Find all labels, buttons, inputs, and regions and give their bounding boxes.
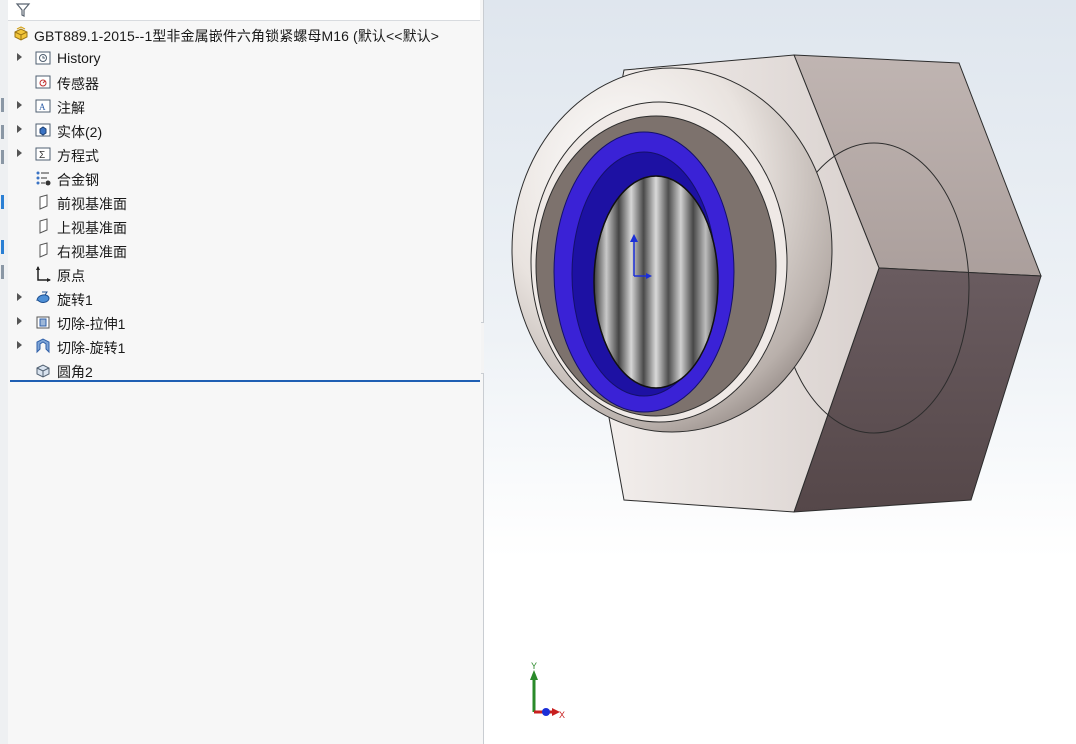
tree-item[interactable]: 切除-拉伸1 [8,310,480,334]
material-icon [36,171,51,186]
extrude-cut-icon [36,316,50,329]
toolbar-edge-mark [1,125,4,139]
toolbar-edge-mark [1,265,4,279]
history-folder-icon [35,51,51,65]
tree-item[interactable]: 原点 [8,262,480,286]
revolve-cut-icon [36,338,50,354]
tree-item[interactable]: 传感器 [8,70,480,94]
filter-icon[interactable] [14,1,32,19]
toolbar-edge-mark [1,240,4,254]
origin-icon [36,266,51,282]
part-icon [14,26,28,41]
rollback-bar[interactable] [10,380,480,382]
tree-item-label: 圆角2 [57,364,93,380]
fillet-icon [36,364,50,378]
triad-y-label: Y [531,661,537,671]
nut-model-3d[interactable] [484,0,1076,744]
tree-item-label: 方程式 [57,148,99,164]
tree-item[interactable]: 切除-旋转1 [8,334,480,358]
tree-item-label: 原点 [57,268,85,284]
tree-item-label: 上视基准面 [57,220,127,236]
expand-arrow-icon[interactable] [17,101,22,109]
solid-bodies-folder-icon [35,123,51,137]
feature-manager-panel: GBT889.1-2015--1型非金属嵌件六角锁紧螺母M16 (默认<<默认>… [8,0,484,744]
filter-bar [8,0,480,21]
tree-item[interactable]: A 注解 [8,94,480,118]
plane-icon [39,194,48,210]
toolbar-edge-mark [1,195,4,209]
feature-tree: GBT889.1-2015--1型非金属嵌件六角锁紧螺母M16 (默认<<默认>… [8,22,480,382]
tree-item[interactable]: 合金钢 [8,166,480,190]
sensor-folder-icon [35,75,51,89]
reference-triad: Y X [530,661,565,720]
expand-arrow-icon[interactable] [17,293,22,301]
graphics-viewport[interactable]: Y X [484,0,1076,744]
equations-folder-icon: Σ [35,147,51,161]
tree-item-label: 旋转1 [57,292,93,308]
plane-icon [39,242,48,258]
tree-item-label: 实体(2) [57,124,103,140]
triad-x-label: X [559,710,565,720]
toolbar-edge-mark [1,98,4,112]
plane-icon [39,218,48,234]
annotation-folder-icon: A [35,99,51,113]
tree-item[interactable]: History [8,46,480,70]
revolve-feature-icon [36,291,50,303]
tree-item-label: 右视基准面 [57,244,127,260]
expand-arrow-icon[interactable] [17,125,22,133]
tree-item-label: 前视基准面 [57,196,127,212]
left-toolbar-strip [0,0,8,744]
expand-arrow-icon[interactable] [17,53,22,61]
tree-item-label: 切除-旋转1 [57,340,126,356]
expand-arrow-icon[interactable] [17,317,22,325]
tree-item[interactable]: 圆角2 [8,358,480,382]
toolbar-edge-mark [1,150,4,164]
expand-arrow-icon[interactable] [17,341,22,349]
tree-item[interactable]: 右视基准面 [8,238,480,262]
svg-text:A: A [39,102,46,112]
tree-item[interactable]: 旋转1 [8,286,480,310]
tree-item-label: History [57,50,101,66]
tree-item-label: 传感器 [57,76,99,92]
tree-item-label: 注解 [57,100,85,116]
expand-arrow-icon[interactable] [17,149,22,157]
tree-item[interactable]: 上视基准面 [8,214,480,238]
tree-root-part[interactable]: GBT889.1-2015--1型非金属嵌件六角锁紧螺母M16 (默认<<默认> [8,22,480,46]
svg-text:Σ: Σ [39,150,45,161]
threaded-bore [593,175,719,389]
tree-item[interactable]: Σ 方程式 [8,142,480,166]
tree-item[interactable]: 实体(2) [8,118,480,142]
part-name: GBT889.1-2015--1型非金属嵌件六角锁紧螺母M16 (默认<<默认> [34,28,440,44]
tree-item[interactable]: 前视基准面 [8,190,480,214]
tree-item-label: 切除-拉伸1 [57,316,126,332]
tree-item-label: 合金钢 [57,172,99,188]
